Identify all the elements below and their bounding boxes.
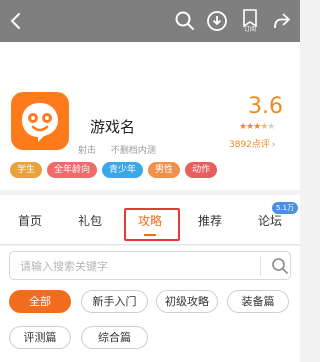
- tag-student[interactable]: 学生: [10, 162, 43, 178]
- game-status: 不删档内测: [110, 146, 156, 156]
- tag-list: 学生 全年龄向 青少年 男性 动作: [10, 162, 218, 178]
- subscribe-label: 订阅: [243, 26, 256, 33]
- back-icon[interactable]: [2, 7, 30, 35]
- filter-general[interactable]: 综合篇: [81, 326, 148, 349]
- game-meta: 射击 不删档内测: [78, 143, 168, 156]
- game-title: 游戏名: [90, 118, 136, 136]
- game-genre: 射击: [78, 146, 97, 156]
- top-bar: 订阅: [0, 0, 300, 42]
- tag-male[interactable]: 男性: [148, 162, 181, 178]
- tab-label: 推荐: [197, 213, 222, 228]
- filter-review[interactable]: 评测篇: [9, 326, 71, 349]
- search-icon: [272, 258, 288, 274]
- tab-recommend[interactable]: 推荐: [180, 195, 240, 245]
- search-box: [9, 251, 291, 280]
- tag-all-ages[interactable]: 全年龄向: [47, 162, 98, 178]
- tab-label: 论坛: [257, 213, 282, 228]
- search-button[interactable]: [270, 256, 290, 276]
- search-icon[interactable]: [171, 7, 199, 35]
- reviews-count: 3892点评: [229, 140, 270, 150]
- tab-label: 首页: [17, 213, 42, 228]
- rating-stars: ★★★★★: [239, 122, 275, 132]
- highlight-box: [124, 208, 180, 241]
- tab-label: 礼包: [77, 213, 102, 228]
- forum-count-badge: 5.1万: [272, 202, 299, 214]
- subscribe-icon[interactable]: 订阅: [236, 7, 264, 35]
- filter-basic-guide[interactable]: 初级攻略: [156, 290, 218, 313]
- game-score: 3.6: [248, 94, 283, 119]
- tag-teen[interactable]: 青少年: [102, 162, 144, 178]
- tab-gifts[interactable]: 礼包: [60, 195, 120, 245]
- share-icon[interactable]: [268, 7, 296, 35]
- filter-beginner[interactable]: 新手入门: [81, 290, 148, 313]
- chevron-right-icon: ›: [271, 140, 276, 150]
- filter-equipment[interactable]: 装备篇: [227, 290, 289, 313]
- tab-home[interactable]: 首页: [0, 195, 60, 245]
- tag-action[interactable]: 动作: [185, 162, 218, 178]
- search-input[interactable]: [20, 257, 250, 275]
- reviews-link[interactable]: 3892点评 ›: [229, 137, 276, 150]
- download-icon[interactable]: [203, 7, 231, 35]
- game-app-icon: [11, 92, 69, 150]
- search-divider: [260, 256, 261, 276]
- filter-all[interactable]: 全部: [9, 290, 71, 313]
